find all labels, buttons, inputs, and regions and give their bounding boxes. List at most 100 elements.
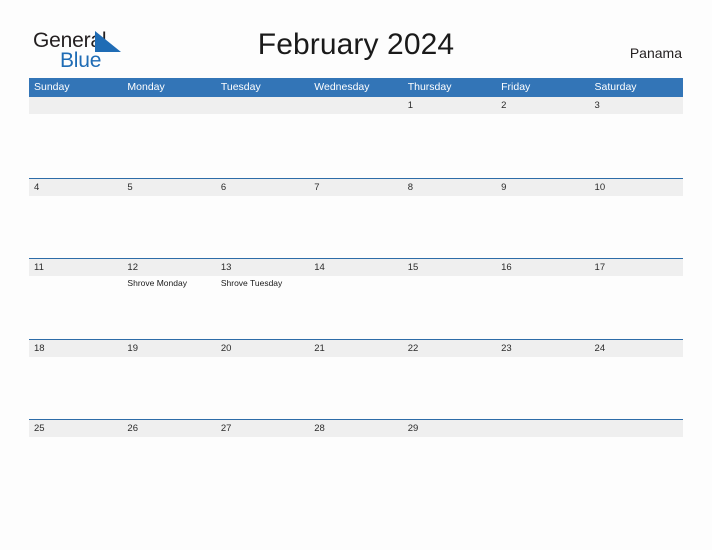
day-number[interactable]: 19 <box>122 340 215 357</box>
calendar-event: Shrove Monday <box>127 278 187 288</box>
day-number[interactable]: 18 <box>29 340 122 357</box>
day-of-week-header-friday: Friday <box>501 81 531 93</box>
calendar-week-row: 11 12 13 14 15 16 17 Shrove Monday Shrove Tuesda… <box>29 258 683 339</box>
day-events-cell <box>29 196 122 258</box>
day-events-cell <box>309 196 402 258</box>
day-events-cell <box>403 276 496 338</box>
day-events-cell <box>309 276 402 338</box>
day-events-cell <box>496 276 589 338</box>
day-number[interactable]: 6 <box>216 179 309 196</box>
page-header: General Blue February 2024 Panama <box>0 0 712 78</box>
page-title: February 2024 <box>257 28 455 61</box>
day-number[interactable]: 20 <box>216 340 309 357</box>
day-number[interactable]: 27 <box>216 420 309 437</box>
calendar-week-row: 18 19 20 21 22 23 24 <box>29 338 683 420</box>
day-number[interactable]: 8 <box>403 179 496 196</box>
day-events-cell: Shrove Monday <box>122 276 215 338</box>
day-events-band <box>29 196 683 258</box>
day-events-cell <box>590 115 683 177</box>
day-events-cell <box>29 357 122 419</box>
day-number[interactable]: 28 <box>309 420 402 437</box>
calendar-week-row: 123 <box>29 97 683 178</box>
day-events-cell <box>590 196 683 258</box>
day-events-cell <box>496 115 589 177</box>
day-number[interactable]: 22 <box>403 340 496 357</box>
calendar-weeks: 1 2 3 4 5 6 7 8 9 10 11 12 13 14 15 16 17 Shrove Monday Sh… <box>29 97 683 500</box>
day-events-band <box>29 357 683 419</box>
day-number[interactable]: 14 <box>309 259 402 276</box>
day-of-week-header-thursday: Thursday <box>407 81 452 93</box>
day-events-cell <box>590 276 683 338</box>
day-events-cell <box>309 115 402 177</box>
day-events-cell <box>122 196 215 258</box>
day-events-cell <box>309 437 402 499</box>
day-number-band: 25 26 27 28 29 <box>29 420 683 437</box>
day-events-cell <box>29 437 122 499</box>
day-number[interactable]: 12 <box>122 259 215 276</box>
day-events-cell <box>122 437 215 499</box>
day-events-cell <box>590 437 683 499</box>
day-events-cell <box>216 196 309 258</box>
day-of-week-header-tuesday: Tuesday <box>220 81 261 93</box>
day-events-cell <box>403 115 496 177</box>
day-cell-empty <box>216 97 309 114</box>
day-number-band: 18 19 20 21 22 23 24 <box>29 339 683 357</box>
day-number[interactable]: 29 <box>403 420 496 437</box>
day-events-cell <box>309 357 402 419</box>
day-number[interactable]: 5 <box>122 179 215 196</box>
day-of-week-header-monday: Monday <box>127 81 165 93</box>
day-events-cell <box>403 357 496 419</box>
day-of-week-header-saturday: Saturday <box>594 81 637 93</box>
day-number[interactable]: 13 <box>216 259 309 276</box>
day-events-cell <box>496 437 589 499</box>
day-events-cell <box>403 437 496 499</box>
day-number[interactable]: 10 <box>590 179 683 196</box>
day-number[interactable]: 15 <box>403 259 496 276</box>
day-events-cell <box>216 115 309 177</box>
calendar-event: Shrove Tuesday <box>220 278 283 288</box>
day-cell-empty <box>309 97 402 114</box>
day-events-cell <box>29 115 122 177</box>
day-events-cell <box>403 196 496 258</box>
day-cell-empty <box>496 420 589 437</box>
day-number[interactable]: 16 <box>496 259 589 276</box>
calendar-grid: Sunday Monday Tuesday Wednesday Thursday Frid… <box>29 78 683 500</box>
day-cell-empty <box>122 97 215 114</box>
day-cell-empty <box>590 420 683 437</box>
day-events-cell <box>216 357 309 419</box>
day-number[interactable]: 17 <box>590 259 683 276</box>
day-events-cell <box>216 437 309 499</box>
day-cell-empty <box>29 97 122 114</box>
day-number[interactable]: 11 <box>29 259 122 276</box>
day-number-band: 123 <box>29 97 683 114</box>
calendar-week-row: 25 26 27 28 29 <box>29 419 683 500</box>
day-events-cell <box>496 196 589 258</box>
day-events-cell <box>122 357 215 419</box>
day-events-band <box>29 437 683 499</box>
day-number[interactable]: 26 <box>122 420 215 437</box>
day-events-cell <box>496 357 589 419</box>
day-of-week-header-wednesday: Wednesday <box>314 81 370 93</box>
day-number[interactable]: 23 <box>496 340 589 357</box>
day-number-band: 4 5 6 7 8 9 10 <box>29 178 683 196</box>
day-number[interactable]: 4 <box>29 179 122 196</box>
day-number-band: 11 12 13 14 15 16 17 <box>29 259 683 276</box>
day-of-week-header-sunday: Sunday <box>34 81 70 93</box>
day-number[interactable]: 3 <box>590 97 683 114</box>
calendar-week-row: 4 5 6 7 8 9 10 <box>29 177 683 259</box>
day-events-cell <box>122 115 215 177</box>
country-label: Panama <box>629 45 682 61</box>
day-events-cell: Shrove Tuesday <box>216 276 309 338</box>
day-number[interactable]: 21 <box>309 340 402 357</box>
day-events-cell <box>29 276 122 338</box>
day-number[interactable]: 2 <box>496 97 589 114</box>
day-events-cell <box>590 357 683 419</box>
day-number[interactable]: 25 <box>29 420 122 437</box>
calendar-page: General Blue February 2024 Panama Sunday… <box>0 0 712 550</box>
day-number[interactable]: 1 <box>403 97 496 114</box>
day-number[interactable]: 24 <box>590 340 683 357</box>
day-number[interactable]: 7 <box>309 179 402 196</box>
day-number[interactable]: 9 <box>496 179 589 196</box>
day-of-week-header-row: Sunday Monday Tuesday Wednesday Thursday Frid… <box>29 78 683 97</box>
day-events-band <box>29 115 683 177</box>
